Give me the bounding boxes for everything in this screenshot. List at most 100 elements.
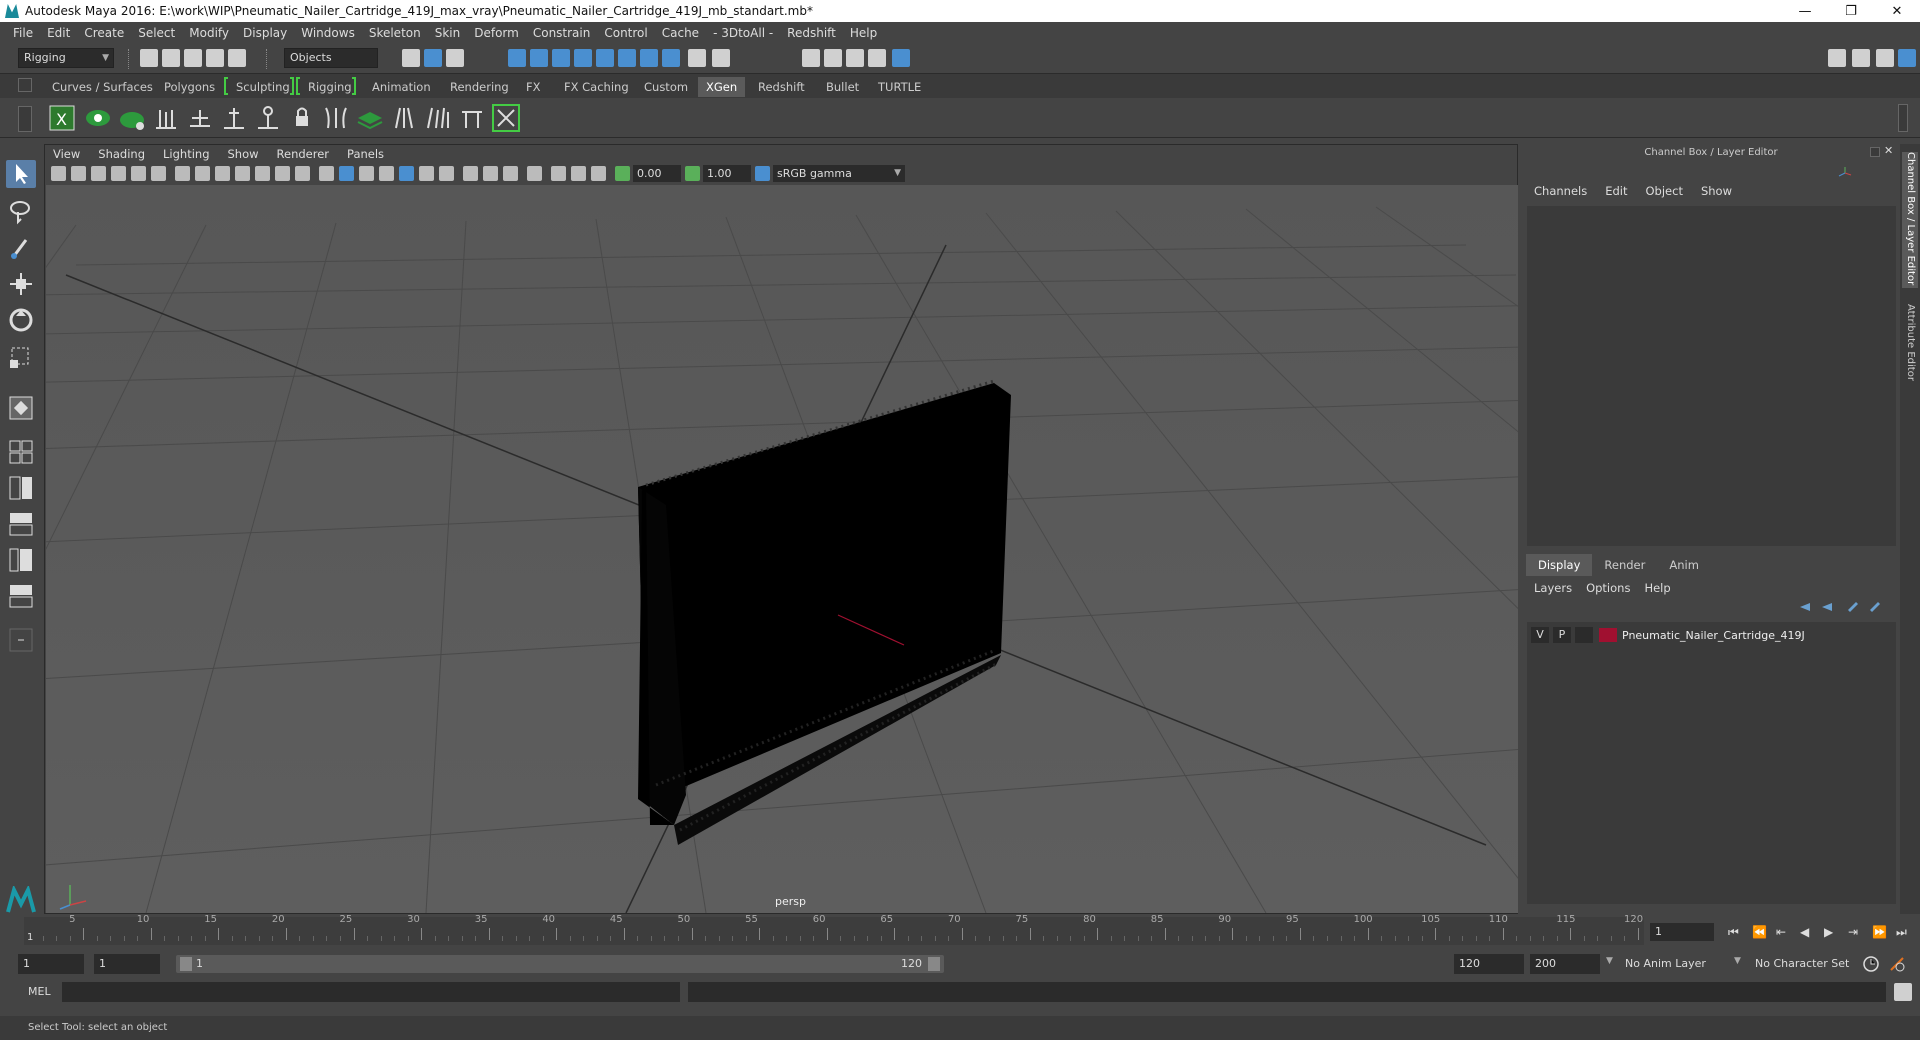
xgen-cut-icon[interactable] [458, 104, 486, 132]
tab-turtle[interactable]: TURTLE [870, 77, 929, 97]
colorspace-dropdown[interactable]: sRGB gamma ▼ [773, 165, 905, 182]
grid-toggle-icon[interactable] [175, 166, 190, 181]
xgen-eye-icon[interactable] [84, 104, 112, 132]
selection-mode-dropdown[interactable]: Objects [284, 48, 378, 68]
hypershade-layout-icon[interactable] [6, 582, 36, 610]
cb-menu-object[interactable]: Object [1646, 184, 1683, 202]
cb-menu-show[interactable]: Show [1701, 184, 1732, 202]
move-layer-up-icon[interactable] [1798, 600, 1812, 614]
anti-aliasing-icon[interactable] [483, 166, 498, 181]
playback-end-field[interactable]: 120 [1454, 954, 1524, 974]
script-language-label[interactable]: MEL [28, 985, 51, 998]
xgen-sculpt-guide-icon[interactable] [220, 104, 248, 132]
tab-rendering[interactable]: Rendering [442, 77, 517, 97]
cb-menu-edit[interactable]: Edit [1605, 184, 1627, 202]
menu-deform[interactable]: Deform [467, 26, 526, 40]
toggle-tool-settings-icon[interactable] [1876, 49, 1894, 67]
minimize-button[interactable]: — [1782, 0, 1828, 22]
layer-display-type[interactable] [1575, 627, 1593, 643]
xray-joints-icon[interactable] [571, 166, 586, 181]
new-layer-selected-icon[interactable] [1868, 600, 1882, 614]
use-lights-icon[interactable] [399, 166, 414, 181]
tab-fx-caching[interactable]: FX Caching [556, 77, 637, 97]
toolbox-expand-icon[interactable] [6, 626, 36, 654]
vp-menu-shading[interactable]: Shading [98, 147, 145, 161]
snap-point-icon[interactable] [552, 49, 570, 67]
outliner-layout-icon[interactable] [6, 510, 36, 538]
backface-culling-icon[interactable] [591, 166, 606, 181]
vp-menu-panels[interactable]: Panels [347, 147, 384, 161]
single-view-layout-icon[interactable] [6, 394, 36, 422]
menu-select[interactable]: Select [131, 26, 182, 40]
range-slider-end-handle[interactable] [928, 957, 940, 971]
tab-xgen[interactable]: XGen [698, 77, 746, 97]
two-view-layout-icon[interactable] [6, 474, 36, 502]
tab-rigging[interactable]: Rigging [300, 77, 360, 97]
tab-polygons[interactable]: Polygons [156, 77, 223, 97]
field-chart-icon[interactable] [255, 166, 270, 181]
motion-blur-icon[interactable] [463, 166, 478, 181]
xgen-create-description-icon[interactable] [118, 104, 146, 132]
lasso-tool-icon[interactable] [6, 198, 36, 226]
xgen-layers-icon[interactable] [356, 104, 384, 132]
2d-pan-zoom-icon[interactable] [131, 166, 146, 181]
xgen-lock-icon[interactable] [288, 104, 316, 132]
history-icon[interactable] [640, 49, 658, 67]
help-line-icon[interactable] [662, 49, 680, 67]
workspace-icon[interactable] [1828, 49, 1846, 67]
grease-pencil-icon[interactable] [151, 166, 166, 181]
menu-edit[interactable]: Edit [40, 26, 77, 40]
animation-start-field[interactable]: 1 [18, 954, 84, 974]
move-tool-icon[interactable] [6, 270, 36, 298]
auto-key-icon[interactable] [1862, 955, 1880, 973]
close-button[interactable]: ✕ [1874, 0, 1920, 22]
graph-layout-icon[interactable] [6, 546, 36, 574]
char-set-arrow-icon[interactable]: ▼ [1734, 956, 1741, 966]
layer-tab-display[interactable]: Display [1526, 554, 1593, 576]
new-layer-icon[interactable] [1846, 600, 1860, 614]
isolate-select-icon[interactable] [527, 166, 542, 181]
xgen-lock-guide-icon[interactable] [254, 104, 282, 132]
snap-grid-icon[interactable] [508, 49, 526, 67]
tab-custom[interactable]: Custom [636, 77, 696, 97]
hypershade-icon[interactable] [892, 49, 910, 67]
exposure-icon[interactable] [615, 166, 630, 181]
3d-viewport[interactable] [46, 185, 1518, 913]
animation-end-field[interactable]: 200 [1530, 954, 1600, 974]
ipr-render-icon[interactable] [846, 49, 864, 67]
menuset-dropdown[interactable]: Rigging ▼ [18, 48, 114, 68]
shelf-scroll-icon[interactable] [1898, 104, 1908, 132]
vp-menu-lighting[interactable]: Lighting [163, 147, 209, 161]
new-scene-icon[interactable] [140, 49, 158, 67]
image-plane-icon[interactable] [111, 166, 126, 181]
gamma-icon[interactable] [685, 166, 700, 181]
menu-skin[interactable]: Skin [428, 26, 468, 40]
xgen-editor-icon[interactable]: X [48, 104, 76, 132]
camera-select-icon[interactable] [51, 166, 66, 181]
layer-menu-layers[interactable]: Layers [1534, 581, 1572, 595]
manipulator-axis-icon[interactable] [1838, 166, 1852, 180]
smooth-shade-icon[interactable] [339, 166, 354, 181]
vp-menu-view[interactable]: View [53, 147, 80, 161]
select-tool-icon[interactable] [6, 160, 36, 188]
lock-icon[interactable] [688, 49, 706, 67]
layer-tab-render[interactable]: Render [1592, 554, 1657, 576]
menu-redshift[interactable]: Redshift [780, 26, 843, 40]
select-object-icon[interactable] [424, 49, 442, 67]
layer-visibility-toggle[interactable]: V [1531, 627, 1549, 643]
render-settings-icon[interactable] [868, 49, 886, 67]
xray-icon[interactable] [551, 166, 566, 181]
toggle-attribute-editor-icon[interactable] [1852, 49, 1870, 67]
animation-preferences-icon[interactable] [1888, 955, 1906, 973]
menu-help[interactable]: Help [843, 26, 884, 40]
xgen-guide-curves-icon[interactable] [322, 104, 350, 132]
safe-action-icon[interactable] [275, 166, 290, 181]
menu-control[interactable]: Control [597, 26, 654, 40]
shelf-options-icon[interactable] [18, 106, 32, 132]
depth-of-field-icon[interactable] [503, 166, 518, 181]
undo-icon[interactable] [206, 49, 224, 67]
menu-skeleton[interactable]: Skeleton [362, 26, 428, 40]
layer-playback-toggle[interactable]: P [1553, 627, 1571, 643]
input-ops-icon[interactable] [712, 49, 730, 67]
menu-create[interactable]: Create [77, 26, 131, 40]
